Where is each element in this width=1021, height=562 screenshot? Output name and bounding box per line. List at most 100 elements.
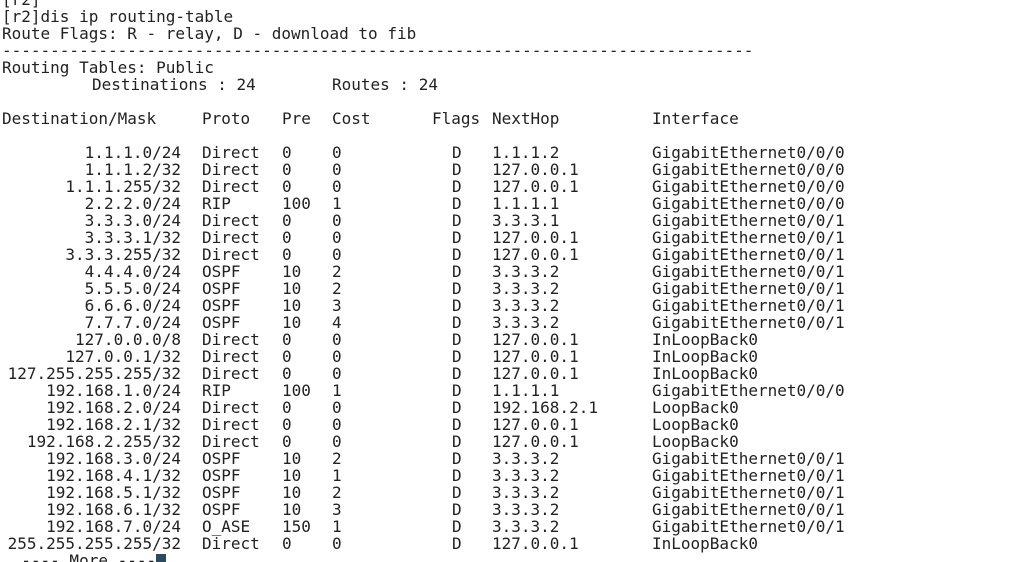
route-cost: 0	[332, 177, 342, 196]
route-cost: 2	[332, 483, 342, 502]
route-preference: 0	[282, 330, 292, 349]
routing-tables-title: Routing Tables: Public	[2, 58, 214, 77]
route-preference: 0	[282, 432, 292, 451]
route-destination: 192.168.2.0/24	[46, 398, 181, 417]
route-cost: 0	[332, 330, 342, 349]
more-prompt-text: ---- More ----	[2, 551, 157, 562]
route-nexthop: 3.3.3.2	[492, 279, 560, 298]
route-cost: 0	[332, 347, 342, 366]
route-interface: GigabitEthernet0/0/0	[652, 381, 845, 400]
route-proto: OSPF	[202, 500, 241, 519]
route-interface: GigabitEthernet0/0/1	[652, 245, 845, 264]
route-flags: D	[452, 228, 462, 247]
destinations-count: Destinations : 24	[92, 75, 256, 94]
route-proto: RIP	[202, 381, 231, 400]
route-nexthop: 3.3.3.2	[492, 483, 560, 502]
route-cost: 0	[332, 432, 342, 451]
route-preference: 0	[282, 143, 292, 162]
route-interface: GigabitEthernet0/0/1	[652, 483, 845, 502]
route-preference: 0	[282, 211, 292, 230]
table-row: 3.3.3.0/24 Direct 0 0 D 3.3.3.1 GigabitEtherne…	[0, 212, 1021, 229]
route-nexthop: 127.0.0.1	[492, 245, 579, 264]
route-nexthop: 3.3.3.2	[492, 500, 560, 519]
table-row: 127.255.255.255/32 Direct 0 0 D 127.0.0.1 InLo…	[0, 365, 1021, 382]
route-preference: 10	[282, 500, 302, 519]
route-preference: 10	[282, 279, 302, 298]
route-destination: 192.168.5.1/32	[46, 483, 181, 502]
route-flags: D	[452, 466, 462, 485]
route-interface: InLoopBack0	[652, 330, 758, 349]
route-flags: D	[452, 313, 462, 332]
route-nexthop: 127.0.0.1	[492, 160, 579, 179]
route-proto: RIP	[202, 194, 231, 213]
table-row: 192.168.5.1/32 OSPF 10 2 D 3.3.3.2 GigabitEthe…	[0, 484, 1021, 501]
route-interface: InLoopBack0	[652, 364, 758, 383]
terminal-window[interactable]: [r2] [r2]dis ip routing-table Route Flag…	[0, 0, 1021, 562]
route-nexthop: 127.0.0.1	[492, 432, 579, 451]
route-interface: GigabitEthernet0/0/0	[652, 177, 845, 196]
route-cost: 2	[332, 262, 342, 281]
table-row: 127.0.0.0/8 Direct 0 0 D 127.0.0.1 InLoopBack0	[0, 331, 1021, 348]
route-interface: GigabitEthernet0/0/1	[652, 466, 845, 485]
route-proto: OSPF	[202, 296, 241, 315]
route-destination: 7.7.7.0/24	[84, 313, 181, 332]
route-flags: D	[452, 262, 462, 281]
route-destination: 2.2.2.0/24	[84, 194, 181, 213]
column-header-cost: Cost	[332, 109, 371, 128]
route-preference: 10	[282, 449, 302, 468]
route-preference: 0	[282, 398, 292, 417]
route-proto: Direct	[202, 177, 260, 196]
route-interface: GigabitEthernet0/0/1	[652, 296, 845, 315]
route-preference: 150	[282, 517, 311, 536]
route-preference: 10	[282, 296, 302, 315]
route-destination: 127.0.0.0/8	[75, 330, 181, 349]
route-proto: Direct	[202, 398, 260, 417]
text-cursor	[156, 554, 167, 562]
route-cost: 0	[332, 415, 342, 434]
route-destination: 1.1.1.255/32	[65, 177, 181, 196]
route-nexthop: 127.0.0.1	[492, 330, 579, 349]
route-proto: Direct	[202, 160, 260, 179]
route-flags: D	[452, 483, 462, 502]
route-flags: D	[452, 500, 462, 519]
route-interface: GigabitEthernet0/0/1	[652, 279, 845, 298]
route-destination: 5.5.5.0/24	[84, 279, 181, 298]
route-destination: 192.168.4.1/32	[46, 466, 181, 485]
route-destination: 192.168.2.1/32	[46, 415, 181, 434]
route-proto: OSPF	[202, 262, 241, 281]
column-header-destination: Destination/Mask	[2, 109, 157, 128]
table-row: 1.1.1.2/32 Direct 0 0 D 127.0.0.1 GigabitEther…	[0, 161, 1021, 178]
route-preference: 0	[282, 228, 292, 247]
route-proto: O_ASE	[202, 517, 251, 536]
route-interface: GigabitEthernet0/0/1	[652, 449, 845, 468]
route-proto: OSPF	[202, 466, 241, 485]
route-destination: 192.168.3.0/24	[46, 449, 181, 468]
route-flags: D	[452, 381, 462, 400]
route-flags: D	[452, 534, 462, 553]
command-line: [r2]dis ip routing-table	[2, 7, 234, 26]
route-cost: 1	[332, 194, 342, 213]
column-header-pre: Pre	[282, 109, 311, 128]
route-destination: 255.255.255.255/32	[7, 534, 181, 553]
route-proto: Direct	[202, 534, 260, 553]
route-interface: InLoopBack0	[652, 534, 758, 553]
route-proto: Direct	[202, 330, 260, 349]
route-nexthop: 127.0.0.1	[492, 228, 579, 247]
route-interface: LoopBack0	[652, 398, 739, 417]
route-proto: Direct	[202, 245, 260, 264]
route-flags: D	[452, 398, 462, 417]
route-proto: Direct	[202, 228, 260, 247]
table-row: 192.168.1.0/24 RIP 100 1 D 1.1.1.1 GigabitEthe…	[0, 382, 1021, 399]
route-flags: D	[452, 245, 462, 264]
route-nexthop: 127.0.0.1	[492, 534, 579, 553]
route-flags: D	[452, 194, 462, 213]
route-preference: 100	[282, 381, 311, 400]
route-flags: D	[452, 177, 462, 196]
route-interface: GigabitEthernet0/0/1	[652, 228, 845, 247]
route-proto: OSPF	[202, 483, 241, 502]
column-header-flags: Flags	[432, 109, 481, 128]
route-interface: GigabitEthernet0/0/1	[652, 211, 845, 230]
column-header-interface: Interface	[652, 109, 739, 128]
table-row: 192.168.3.0/24 OSPF 10 2 D 3.3.3.2 GigabitEthe…	[0, 450, 1021, 467]
route-nexthop: 1.1.1.1	[492, 194, 560, 213]
